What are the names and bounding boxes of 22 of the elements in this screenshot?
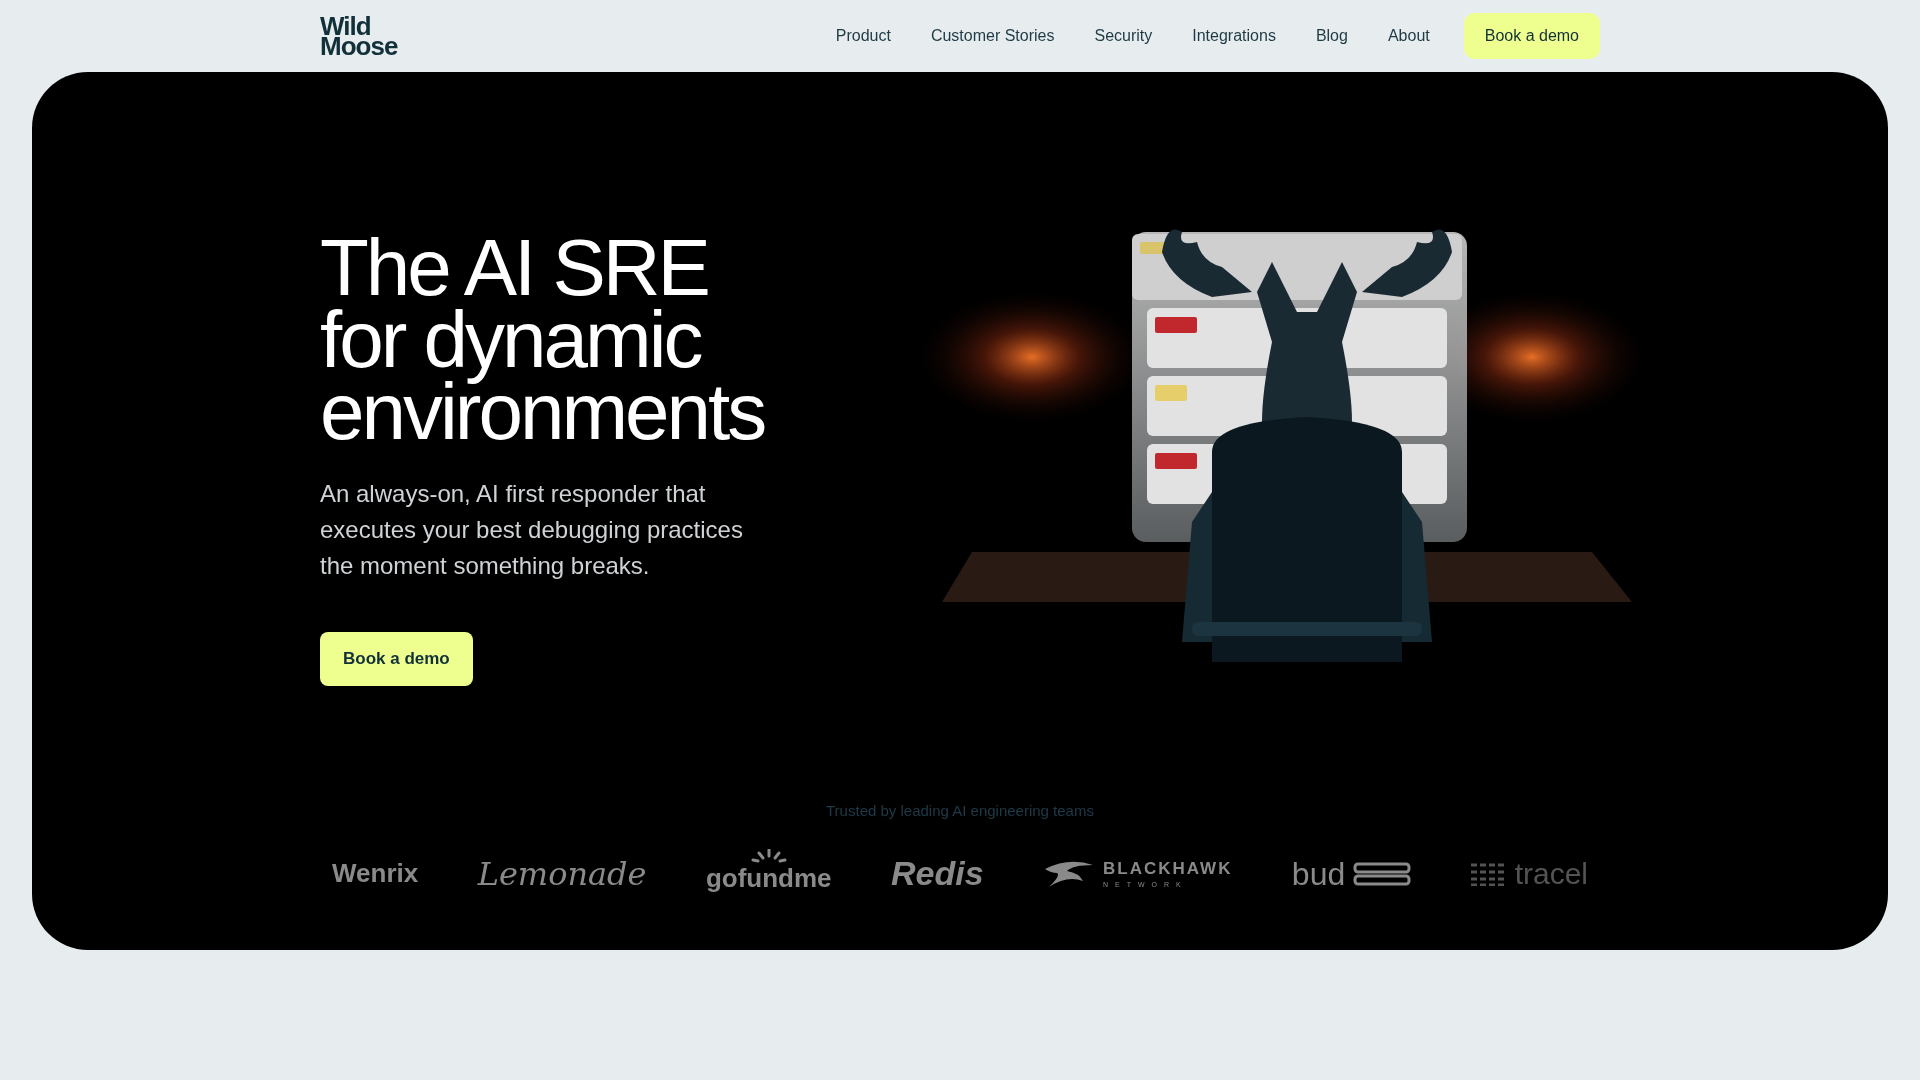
nav-link[interactable]: Integrations xyxy=(1192,24,1276,48)
client-logo: tracel xyxy=(1514,858,1588,889)
wild-moose-logo[interactable]: Wild Moose xyxy=(320,16,398,56)
hero-subtitle: An always-on, AI first responder that executes your best debugging practices the moment something breaks. xyxy=(320,479,744,581)
client-logo: bud xyxy=(1291,857,1346,890)
nav-link[interactable]: About xyxy=(1387,24,1430,48)
sun-rays-icon xyxy=(750,849,787,863)
nav-link[interactable]: Product xyxy=(835,24,891,48)
client-logo: Redis xyxy=(891,853,984,894)
book-demo-button[interactable]: Book a demo xyxy=(320,632,473,686)
nav-link[interactable]: Security xyxy=(1094,24,1153,48)
client-logo: BLACKHAWK xyxy=(1103,859,1233,877)
nav-link[interactable]: Customer Stories xyxy=(930,24,1055,48)
hero-title: The AI SRE for dynamic environments xyxy=(320,232,766,448)
client-logo: gofundme xyxy=(705,862,832,895)
client-logo: Lemonade xyxy=(477,853,647,895)
book-demo-button[interactable]: Book a demo xyxy=(1463,13,1600,59)
dashed-lines-icon xyxy=(1470,861,1507,886)
client-logo: Wenrix xyxy=(332,857,419,890)
trusted-caption: Trusted by leading AI engineering teams xyxy=(825,801,1095,821)
nav-link[interactable]: Blog xyxy=(1315,24,1348,48)
stacked-bars-icon xyxy=(1353,861,1412,886)
